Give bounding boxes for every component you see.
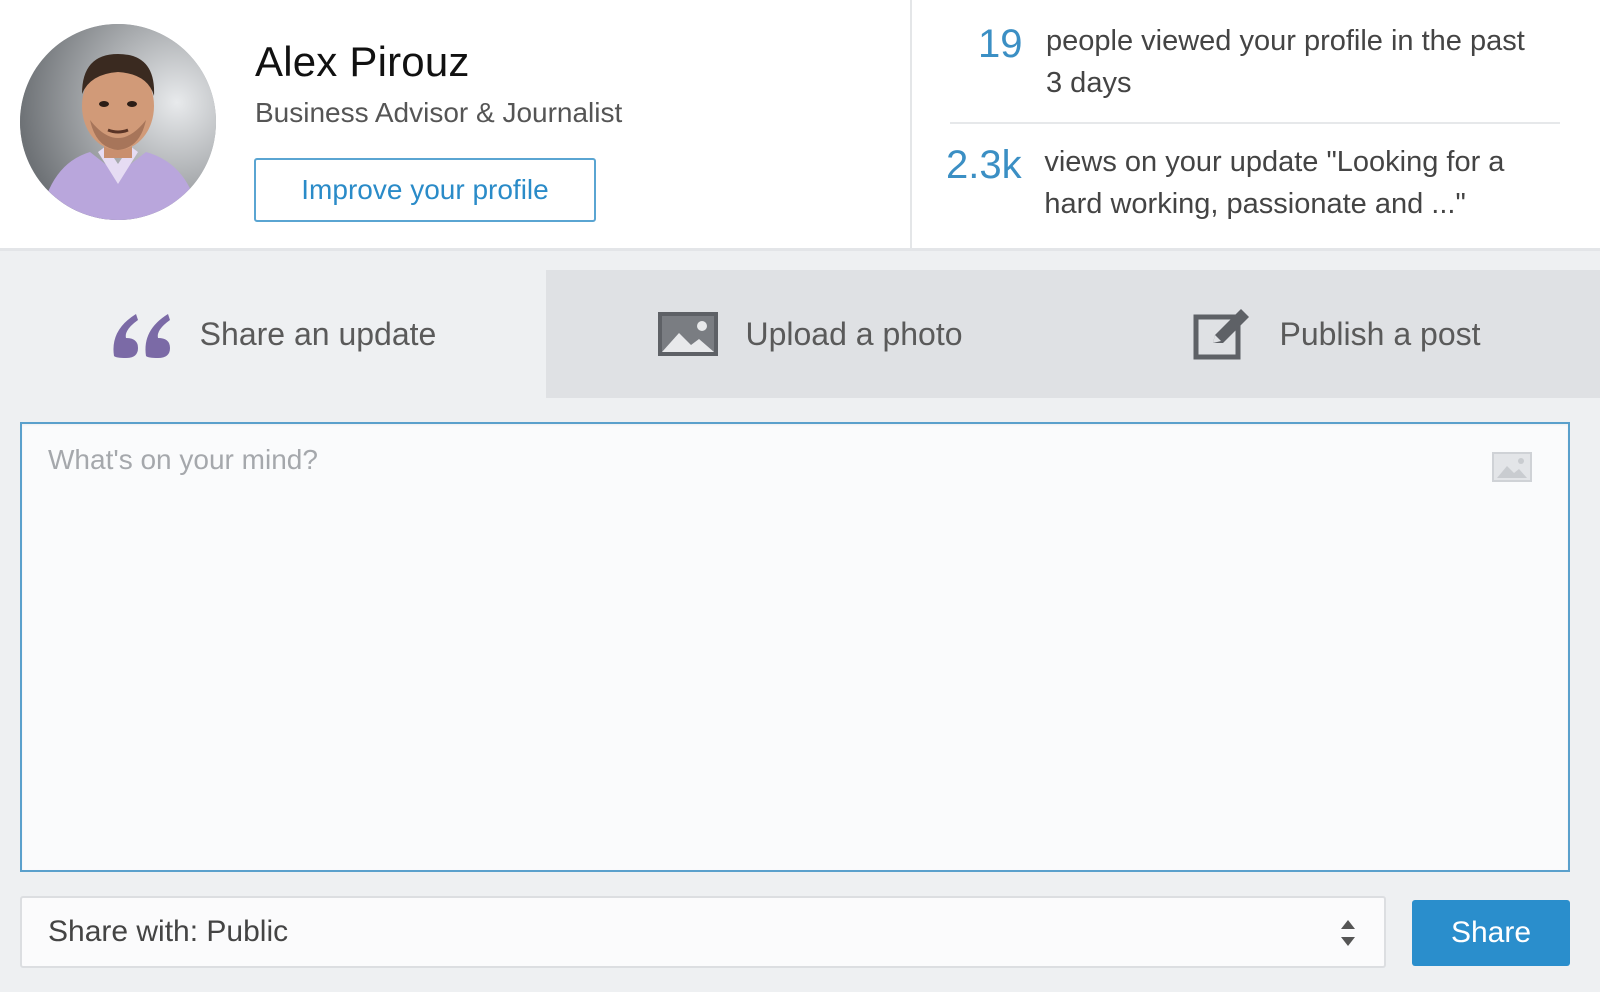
tab-upload-photo[interactable]: Upload a photo [546,270,1074,398]
tab-label: Upload a photo [745,315,963,352]
divider [950,122,1560,124]
quote-icon [110,310,174,358]
avatar[interactable] [20,24,216,220]
share-tabs: Share an update Upload a photo Publish a… [0,270,1600,398]
update-textarea[interactable] [22,424,1568,870]
tab-publish-post[interactable]: Publish a post [1074,270,1600,398]
profile-card: Alex Pirouz Business Advisor & Journalis… [0,0,912,248]
avatar-photo [20,24,216,220]
profile-header: Alex Pirouz Business Advisor & Journalis… [0,0,1600,251]
profile-stats: 19 people viewed your profile in the pas… [912,0,1600,248]
stat-update-views[interactable]: 2.3k views on your update "Looking for a… [946,141,1546,225]
stat-profile-views[interactable]: 19 people viewed your profile in the pas… [946,20,1546,104]
tab-label: Share an update [199,315,437,352]
stat-text: views on your update "Looking for a hard… [1044,146,1505,220]
stat-text: people viewed your profile in the past 3… [1046,25,1525,99]
profile-name[interactable]: Alex Pirouz [255,38,470,86]
profile-headline: Business Advisor & Journalist [255,97,623,128]
update-composer [20,422,1570,872]
stat-number: 2.3k [946,143,1022,187]
edit-icon [1193,307,1253,361]
photo-icon [657,311,719,357]
share-button[interactable]: Share [1412,900,1570,966]
tab-label: Publish a post [1279,315,1481,352]
image-attach-icon[interactable] [1492,452,1532,482]
tab-share-update[interactable]: Share an update [0,270,546,398]
share-with-value: Share with: Public [48,915,289,948]
improve-profile-button[interactable]: Improve your profile [254,158,596,222]
select-arrows-icon [1338,916,1358,950]
stat-number: 19 [978,22,1023,66]
share-with-select[interactable]: Share with: Public [20,896,1386,968]
